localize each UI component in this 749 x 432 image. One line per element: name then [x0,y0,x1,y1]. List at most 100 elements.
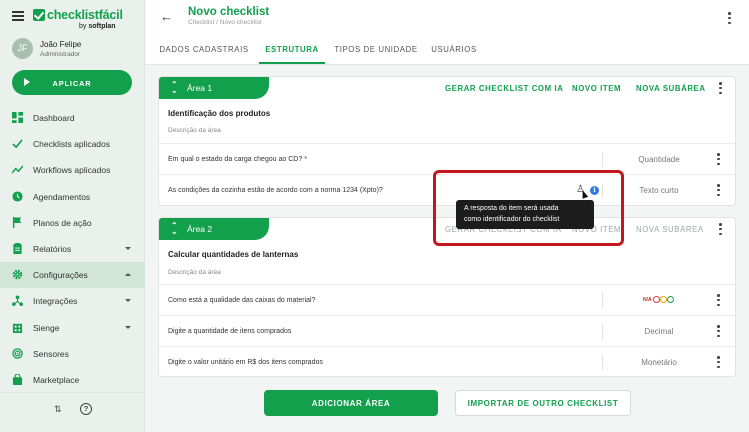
logo-company: by softplan [79,23,116,30]
chevron-down-icon [125,299,131,303]
area-options-icon[interactable] [719,223,722,235]
sidebar-item-label: Sienge [33,322,60,333]
area-description[interactable]: Descrição da área [168,127,221,134]
tab-dados-cadastrais[interactable]: DADOS CADASTRAIS [156,38,252,64]
question-text: Como está a qualidade das caixas do mate… [168,297,316,304]
question-type[interactable]: Decimal [603,327,715,336]
sad-face-icon [653,296,660,303]
tab-estrutura[interactable]: ESTRUTURA [259,38,325,64]
clipboard-icon [12,242,23,254]
new-item-button[interactable]: NOVO ITEM [572,84,621,93]
logo[interactable]: checklistfácil by softplan [33,7,123,33]
sidebar-item-label: Agendamentos [33,191,91,202]
area-label[interactable]: ⌃ ⌄ Área 1 [159,77,269,99]
area-name: Área 1 [187,83,213,93]
area-header: ⌃ ⌄ Área 1 GERAR CHECKLIST COM IA NOVO IT… [159,77,735,99]
sidebar-item-relatorios[interactable]: Relatórios [0,236,145,262]
check-icon [12,138,23,149]
collapse-icon[interactable]: ⌃ ⌄ [171,81,178,95]
sidebar-footer: ⇅ ? [0,392,145,432]
question-text: Digite a quantidade de itens comprados [168,328,292,335]
menu-icon[interactable] [12,11,24,21]
sort-icon[interactable]: ⇅ [54,404,62,415]
tab-usuarios[interactable]: USUÁRIOS [426,38,482,64]
question-type[interactable]: Quantidade [603,155,715,164]
area-options-icon[interactable] [719,82,722,94]
building-icon [12,322,23,333]
highlight-box [433,170,624,246]
back-arrow-icon[interactable]: ← [160,9,173,24]
sidebar-item-agendamentos[interactable]: Agendamentos [0,184,145,210]
sidebar-nav: Dashboard Checklists aplicados Workflows… [0,105,145,393]
sidebar-item-label: Workflows aplicados [33,165,111,176]
question-row[interactable]: Digite o valor unitário em R$ dos itens … [159,346,735,377]
clock-icon [12,191,23,202]
collapse-icon[interactable]: ⌃ ⌄ [171,222,178,236]
new-subarea-button[interactable]: NOVA SUBÁREA [636,225,704,234]
question-type[interactable]: Monetário [603,358,715,367]
sidebar-item-sienge[interactable]: Sienge [0,315,145,341]
sidebar-item-marketplace[interactable]: Marketplace [0,367,145,393]
sidebar-item-label: Sensores [33,348,69,359]
breadcrumb: Checklist / Novo checklist [188,19,262,26]
user-role: Administrador [40,51,81,58]
bag-icon [12,373,23,385]
chevron-up-icon [125,273,131,277]
avatar: JF [12,38,33,59]
sidebar: checklistfácil by softplan JF João Felip… [0,0,145,432]
sidebar-item-label: Relatórios [33,244,72,255]
sidebar-item-label: Integrações [33,296,78,307]
chevron-down-icon [125,246,131,250]
logo-name: checklistfácil [47,8,123,22]
dashboard-icon [12,112,23,123]
page-title: Novo checklist [188,6,270,18]
area-description[interactable]: Descrição da área [168,269,221,276]
sidebar-item-planos[interactable]: Planos de ação [0,210,145,236]
structure-content: ⌃ ⌄ Área 1 GERAR CHECKLIST COM IA NOVO IT… [146,65,749,432]
sidebar-item-sensores[interactable]: Sensores [0,341,145,367]
help-icon[interactable]: ? [80,403,92,415]
sidebar-item-configuracoes[interactable]: Configurações [0,262,145,289]
add-area-button[interactable]: ADICIONAR ÁREA [264,390,438,416]
gear-icon [12,269,23,280]
area-label[interactable]: ⌃ ⌄ Área 2 [159,218,269,240]
question-row[interactable]: Digite a quantidade de itens comprados D… [159,315,735,346]
more-options-icon[interactable] [728,12,731,24]
area-title[interactable]: Identificação dos produtos [168,109,270,118]
emoji-scale[interactable]: N/A [643,294,683,306]
sidebar-item-label: Planos de ação [33,217,92,228]
question-options-icon[interactable] [717,294,720,306]
question-text: Em qual o estado da carga chegou ao CD? … [168,156,307,163]
user-profile[interactable]: JF João Felipe Administrador [12,38,142,64]
tab-tipos-de-unidade[interactable]: TIPOS DE UNIDADE [332,38,420,64]
question-text: Digite o valor unitário em R$ dos itens … [168,359,323,366]
sidebar-item-label: Dashboard [33,113,75,124]
import-checklist-button[interactable]: IMPORTAR DE OUTRO CHECKLIST [455,390,631,416]
sidebar-item-integracoes[interactable]: Integrações [0,288,145,314]
divider [602,293,603,308]
neutral-face-icon [660,296,667,303]
generate-checklist-ai-button[interactable]: GERAR CHECKLIST COM IA [445,84,563,93]
chevron-down-icon [125,325,131,329]
flag-icon [12,216,23,228]
emoji-na-label: N/A [643,297,652,303]
question-options-icon[interactable] [717,325,720,337]
user-name: João Felipe [40,40,82,49]
question-options-icon[interactable] [717,356,720,368]
area-title[interactable]: Calcular quantidades de lanternas [168,250,298,259]
sidebar-item-dashboard[interactable]: Dashboard [0,105,145,131]
sidebar-item-checklists[interactable]: Checklists aplicados [0,131,145,157]
question-row[interactable]: Como está a qualidade das caixas do mate… [159,284,735,315]
question-text: As condições da cozinha estão de acordo … [168,187,383,194]
sidebar-topbar: checklistfácil by softplan [0,0,145,34]
trend-icon [12,164,23,175]
network-icon [12,295,23,307]
apply-button[interactable]: APLICAR [12,70,132,95]
new-subarea-button[interactable]: NOVA SUBÁREA [636,84,706,93]
question-options-icon[interactable] [717,153,720,165]
question-options-icon[interactable] [717,184,720,196]
sidebar-item-label: Checklists aplicados [33,139,111,150]
area-name: Área 2 [187,224,213,234]
sidebar-item-workflows[interactable]: Workflows aplicados [0,157,145,183]
sensor-icon [12,347,23,359]
